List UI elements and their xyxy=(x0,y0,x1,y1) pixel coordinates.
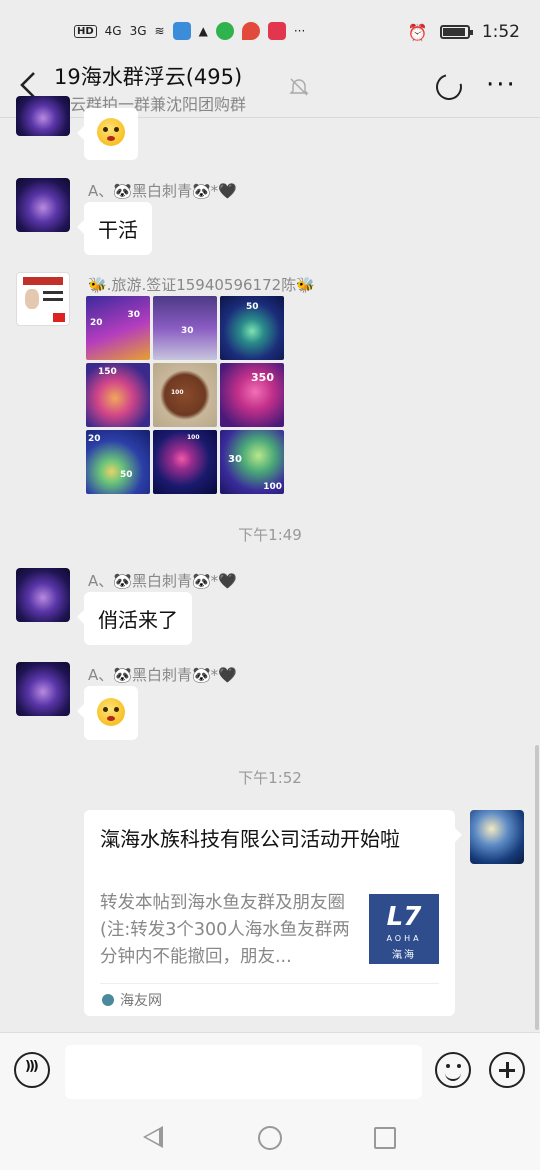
status-icons-left: HD 4G 3G ≋ ▲ ··· xyxy=(74,22,305,40)
photo-thumbnail[interactable]: 20 50 xyxy=(86,430,150,494)
group-remark: 浮云群拍一群兼沈阳团购群 xyxy=(54,95,247,114)
portrait-icon xyxy=(25,289,39,309)
avatar[interactable] xyxy=(16,568,70,622)
photo-thumbnail[interactable]: 150 xyxy=(86,363,150,427)
card-text-line xyxy=(43,298,63,301)
photo-thumbnail[interactable]: 20 30 xyxy=(86,296,150,360)
alarm-icon: ⏰ xyxy=(407,22,428,42)
chat-title: 19海水群浮云(495) xyxy=(54,65,243,89)
photo-thumbnail[interactable]: 100 xyxy=(153,363,217,427)
logo-subtitle: AOHA xyxy=(386,934,422,943)
voice-input-icon[interactable] xyxy=(14,1052,50,1088)
logo-chinese: 滊海 xyxy=(392,950,416,961)
more-options-icon[interactable]: ··· xyxy=(486,70,517,100)
sender-name: A、🐼黑白刺青🐼*🖤 xyxy=(88,182,237,200)
flag-icon xyxy=(53,313,65,322)
signal-4g-icon: 4G xyxy=(104,24,122,38)
photo-thumbnail[interactable]: 30 100 xyxy=(220,430,284,494)
divider xyxy=(100,983,439,984)
clock: 1:52 xyxy=(481,22,520,42)
timestamp: 下午1:49 xyxy=(238,526,302,544)
timestamp: 下午1:52 xyxy=(238,769,302,787)
emoji-message[interactable] xyxy=(77,686,138,740)
avatar[interactable] xyxy=(16,272,70,326)
flushed-face-icon xyxy=(97,698,125,726)
photo-thumbnail[interactable]: 100 xyxy=(153,430,217,494)
text-message[interactable]: 俏活来了 xyxy=(77,592,192,645)
aoha-logo: L7 xyxy=(386,902,422,932)
browser-icon xyxy=(215,22,234,40)
text-message[interactable]: 干活 xyxy=(77,202,152,255)
avatar[interactable] xyxy=(16,96,70,136)
link-title: 滊海水族科技有限公司活动开始啦 xyxy=(100,827,400,851)
sender-name: 🐝.旅游.签证15940596172陈🐝 xyxy=(88,276,315,294)
emoji-message[interactable] xyxy=(77,108,138,160)
avatar[interactable] xyxy=(16,662,70,716)
hd-badge: HD xyxy=(74,24,97,38)
link-description: 转发本帖到海水鱼友群及朋友圈(注:转发3个300人海水鱼友群两分钟内不能撤回，朋… xyxy=(100,893,350,967)
system-nav-bar xyxy=(0,1104,540,1170)
refresh-icon[interactable] xyxy=(431,69,467,105)
message-input[interactable] xyxy=(65,1045,422,1099)
sender-name: A、🐼黑白刺青🐼*🖤 xyxy=(88,666,237,684)
scrollbar[interactable] xyxy=(535,745,539,1030)
source-app-icon xyxy=(102,994,114,1006)
sender-name: A、🐼黑白刺青🐼*🖤 xyxy=(88,572,237,590)
app-notification-icon xyxy=(267,22,286,40)
status-icons-right: ⏰ 1:52 xyxy=(408,22,520,42)
more-functions-icon[interactable] xyxy=(489,1052,525,1088)
nav-back-icon[interactable] xyxy=(143,1126,163,1148)
input-bar xyxy=(0,1032,540,1104)
mute-icon xyxy=(289,78,309,96)
avatar[interactable] xyxy=(16,178,70,232)
link-thumbnail: L7 AOHA 滊海 xyxy=(369,894,439,964)
app-notification-icon xyxy=(172,22,191,40)
location-icon xyxy=(241,22,260,40)
status-bar: HD 4G 3G ≋ ▲ ··· ⏰ 1:52 xyxy=(0,0,540,60)
photo-grid: 20 30 30 50 150 100 350 20 50 100 30 100 xyxy=(86,296,286,496)
business-card-header xyxy=(23,277,63,285)
photo-thumbnail[interactable]: 30 xyxy=(153,296,217,360)
signal-3g-icon: 3G xyxy=(129,24,147,38)
link-card-message[interactable]: 滊海水族科技有限公司活动开始啦 转发本帖到海水鱼友群及朋友圈(注:转发3个300… xyxy=(84,810,462,1016)
nav-recents-icon[interactable] xyxy=(374,1127,396,1149)
link-source: 海友网 xyxy=(102,990,162,1010)
my-avatar[interactable] xyxy=(470,810,524,864)
wifi-icon: ≋ xyxy=(154,24,165,38)
card-text-line xyxy=(43,291,63,294)
flushed-face-icon xyxy=(97,118,125,146)
more-notifications-icon: ··· xyxy=(293,24,306,38)
nav-home-icon[interactable] xyxy=(258,1126,282,1150)
chat-header: 19海水群浮云(495) 浮云群拍一群兼沈阳团购群 ··· xyxy=(0,58,540,118)
photo-thumbnail[interactable]: 350 xyxy=(220,363,284,427)
battery-icon xyxy=(439,25,473,39)
emoji-icon[interactable] xyxy=(435,1052,471,1088)
photo-thumbnail[interactable]: 50 xyxy=(220,296,284,360)
source-name: 海友网 xyxy=(120,993,162,1009)
penguin-icon: ▲ xyxy=(198,24,208,38)
